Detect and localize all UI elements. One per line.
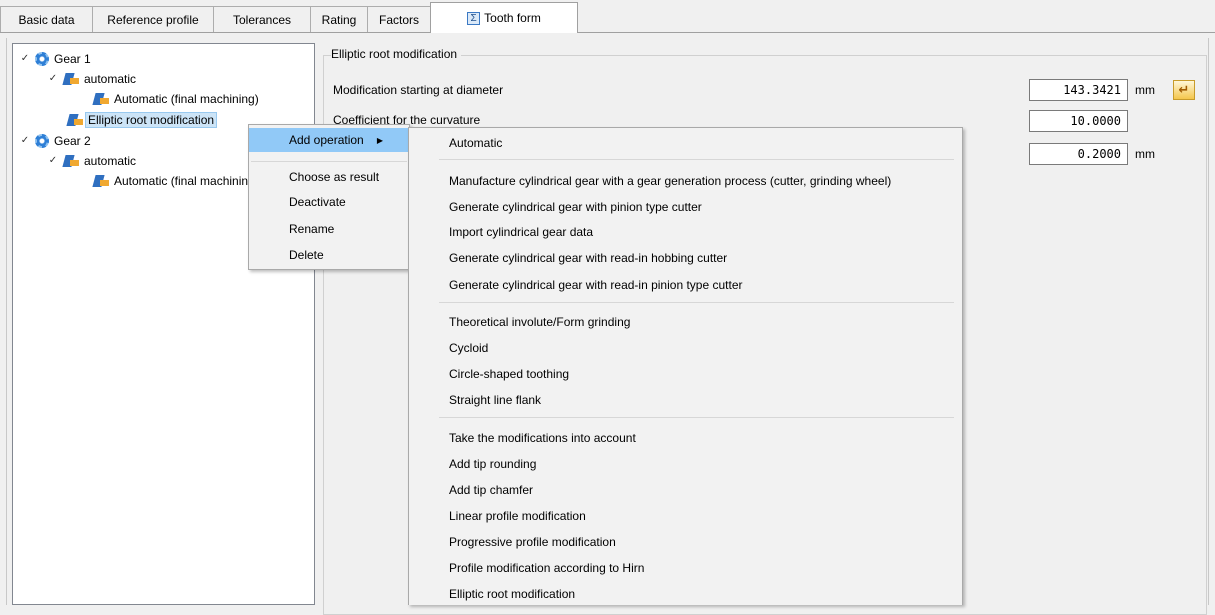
submenu-item-linear-profile[interactable]: Linear profile modification	[409, 504, 962, 528]
operation-icon	[93, 173, 109, 188]
submenu-item-import-gear-data[interactable]: Import cylindrical gear data	[409, 220, 962, 244]
tab-label: Tooth form	[484, 11, 541, 25]
menu-separator	[439, 417, 954, 418]
chevron-down-icon[interactable]: ✓	[19, 53, 31, 64]
tree-item-gear-2[interactable]: ✓ Gear 2	[19, 131, 91, 150]
menu-item-label: Add operation	[289, 133, 364, 147]
tree-item-gear-1-automatic[interactable]: ✓ automatic	[47, 69, 136, 88]
menu-item-delete[interactable]: Delete	[249, 243, 409, 267]
tree-item-label: Elliptic root modification	[85, 111, 218, 128]
submenu-item-pinion-cutter[interactable]: Generate cylindrical gear with pinion ty…	[409, 195, 962, 219]
menu-item-label: Manufacture cylindrical gear with a gear…	[449, 174, 892, 188]
menu-item-label: Generate cylindrical gear with read-in p…	[449, 278, 743, 292]
menu-item-label: Straight line flank	[449, 393, 542, 407]
tree-item-label: automatic	[84, 153, 137, 168]
return-arrow-icon: ↵	[1178, 82, 1190, 97]
menu-item-label: Progressive profile modification	[449, 535, 616, 549]
menu-item-label: Add tip rounding	[449, 457, 537, 471]
menu-item-label: Generate cylindrical gear with read-in h…	[449, 251, 728, 265]
curvature-input[interactable]: 10.0000	[1029, 110, 1128, 132]
submenu-item-gear-generation[interactable]: Manufacture cylindrical gear with a gear…	[409, 169, 962, 193]
tab-rating[interactable]: Rating	[310, 6, 368, 32]
tab-tooth-form[interactable]: Σ Tooth form	[430, 2, 578, 33]
submenu-item-theoretical-involute[interactable]: Theoretical involute/Form grinding	[409, 310, 962, 334]
tab-bar: Basic data Reference profile Tolerances …	[0, 0, 1215, 33]
menu-item-label: Linear profile modification	[449, 509, 586, 523]
menu-item-label: Take the modifications into account	[449, 431, 636, 445]
operation-icon	[63, 71, 79, 86]
submenu-item-circle-shaped[interactable]: Circle-shaped toothing	[409, 362, 962, 386]
third-value-input[interactable]: 0.2000	[1029, 143, 1128, 165]
submenu-item-elliptic-root[interactable]: Elliptic root modification	[409, 582, 962, 606]
menu-item-label: Automatic	[449, 136, 503, 150]
menu-item-label: Circle-shaped toothing	[449, 367, 570, 381]
tree-item-label: Automatic (final machining)	[114, 173, 259, 188]
submenu-item-straight-line-flank[interactable]: Straight line flank	[409, 388, 962, 412]
submenu-item-tip-rounding[interactable]: Add tip rounding	[409, 452, 962, 476]
gear-icon	[35, 51, 49, 66]
menu-item-add-operation[interactable]: Add operation ▶	[249, 128, 409, 152]
submenu-item-cycloid[interactable]: Cycloid	[409, 336, 962, 360]
operation-icon	[67, 112, 83, 127]
tree-item-gear-1-final-machining[interactable]: Automatic (final machining)	[93, 89, 259, 108]
submenu-item-take-modifications[interactable]: Take the modifications into account	[409, 426, 962, 450]
tab-label: Factors	[378, 12, 419, 27]
submenu-item-progressive-profile[interactable]: Progressive profile modification	[409, 530, 962, 554]
menu-item-label: Add tip chamfer	[449, 483, 534, 497]
menu-separator	[439, 302, 954, 303]
menu-item-choose-as-result[interactable]: Choose as result	[249, 165, 409, 189]
menu-item-label: Profile modification according to Hirn	[449, 561, 645, 575]
menu-item-rename[interactable]: Rename	[249, 217, 409, 241]
menu-item-label: Generate cylindrical gear with pinion ty…	[449, 200, 702, 214]
tab-tolerances[interactable]: Tolerances	[213, 6, 311, 32]
tree-item-label: Gear 1	[54, 51, 91, 66]
menu-item-label: Rename	[289, 222, 335, 236]
menu-item-deactivate[interactable]: Deactivate	[249, 190, 409, 214]
tab-label: Reference profile	[107, 12, 199, 27]
gear-icon	[35, 133, 49, 148]
field-label-start-diameter: Modification starting at diameter	[333, 83, 504, 97]
tree-item-gear-2-final-machining[interactable]: Automatic (final machining)	[93, 171, 259, 190]
tab-basic-data[interactable]: Basic data	[0, 6, 93, 32]
chevron-down-icon[interactable]: ✓	[47, 155, 59, 166]
tab-label: Basic data	[18, 12, 75, 27]
tree-item-gear-1-elliptic-root[interactable]: Elliptic root modification	[67, 110, 218, 129]
menu-item-label: Cycloid	[449, 341, 489, 355]
start-diameter-input[interactable]: 143.3421	[1029, 79, 1128, 101]
tab-label: Tolerances	[232, 12, 292, 27]
tree-item-label: Gear 2	[54, 133, 91, 148]
operation-icon	[63, 153, 79, 168]
group-title: Elliptic root modification	[331, 47, 462, 61]
submenu-item-tip-chamfer[interactable]: Add tip chamfer	[409, 478, 962, 502]
menu-item-label: Delete	[289, 248, 324, 262]
context-menu: Add operation ▶ Choose as result Deactiv…	[248, 124, 410, 270]
tab-factors[interactable]: Factors	[367, 6, 431, 32]
tree-item-label: automatic	[84, 71, 137, 86]
menu-item-label: Choose as result	[289, 170, 380, 184]
sigma-icon: Σ	[467, 11, 481, 25]
menu-item-label: Theoretical involute/Form grinding	[449, 315, 631, 329]
submenu-item-hirn[interactable]: Profile modification according to Hirn	[409, 556, 962, 580]
menu-separator	[439, 159, 954, 160]
tree-item-label: Automatic (final machining)	[114, 91, 259, 106]
submenu-item-read-in-pinion[interactable]: Generate cylindrical gear with read-in p…	[409, 273, 962, 297]
menu-separator	[251, 161, 407, 162]
submenu-item-automatic[interactable]: Automatic	[409, 131, 962, 155]
tab-label: Rating	[321, 12, 357, 27]
add-operation-submenu: Automatic Manufacture cylindrical gear w…	[408, 127, 963, 605]
operation-icon	[93, 91, 109, 106]
submenu-item-read-in-hobbing[interactable]: Generate cylindrical gear with read-in h…	[409, 246, 962, 270]
menu-item-label: Elliptic root modification	[449, 587, 576, 601]
menu-item-label: Deactivate	[289, 195, 346, 209]
menu-item-label: Import cylindrical gear data	[449, 225, 594, 239]
unit-label: mm	[1135, 147, 1155, 161]
tree-item-gear-1[interactable]: ✓ Gear 1	[19, 49, 91, 68]
tab-reference-profile[interactable]: Reference profile	[92, 6, 214, 32]
tree-item-gear-2-automatic[interactable]: ✓ automatic	[47, 151, 136, 170]
submenu-arrow-icon: ▶	[376, 135, 383, 145]
chevron-down-icon[interactable]: ✓	[47, 73, 59, 84]
return-arrow-button[interactable]: ↵	[1173, 80, 1195, 100]
chevron-down-icon[interactable]: ✓	[19, 135, 31, 146]
unit-label: mm	[1135, 83, 1155, 97]
